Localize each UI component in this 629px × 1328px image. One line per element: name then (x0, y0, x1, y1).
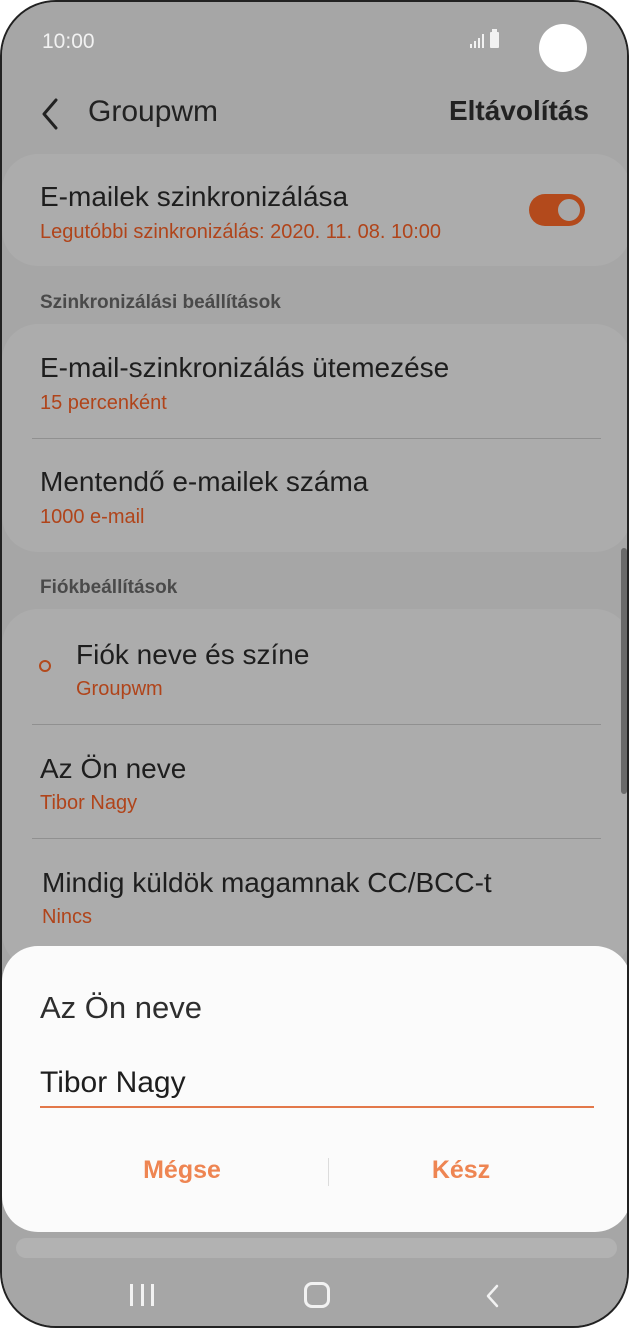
remove-account-button[interactable]: Eltávolítás (449, 95, 589, 127)
sync-settings-card: E-mail-szinkronizálás ütemezése 15 perce… (2, 324, 627, 552)
divider (32, 838, 601, 839)
screen: 10:00 Groupwm Eltávolítás E-mailek szink… (2, 2, 627, 1326)
chevron-left-icon[interactable] (38, 94, 66, 134)
page-title: Groupwm (88, 95, 219, 128)
sync-toggle[interactable] (529, 194, 585, 226)
navigation-bar (2, 1262, 627, 1326)
recent-apps-icon[interactable] (130, 1284, 154, 1306)
your-name-title: Az Ön neve (40, 753, 187, 784)
status-icons (470, 29, 499, 48)
name-dialog: Az Ön neve Mégse Kész (2, 946, 627, 1232)
phone-frame: 10:00 Groupwm Eltávolítás E-mailek szink… (0, 0, 629, 1328)
status-time: 10:00 (42, 30, 95, 53)
your-name-value: Tibor Nagy (40, 792, 138, 814)
cc-bcc-value: Nincs (42, 906, 93, 928)
battery-icon (490, 29, 499, 48)
sync-schedule-value: 15 percenként (40, 392, 167, 414)
account-name-title: Fiók neve és színe (76, 639, 310, 670)
account-name-value: Groupwm (76, 678, 163, 700)
sync-last-time: Legutóbbi szinkronizálás: 2020. 11. 08. … (40, 221, 442, 243)
account-settings-card: Fiók neve és színe Groupwm Az Ön neve Ti… (2, 609, 627, 969)
divider (32, 438, 601, 439)
emails-to-keep-title: Mentendő e-mailek száma (40, 466, 369, 497)
divider (32, 724, 601, 725)
home-icon[interactable] (304, 1282, 330, 1308)
circle-icon (39, 660, 51, 672)
cc-bcc-title: Mindig küldök magamnak CC/BCC-t (42, 867, 492, 898)
cancel-button[interactable]: Mégse (52, 1156, 312, 1185)
nav-back-icon[interactable] (482, 1282, 504, 1310)
emails-to-keep-value: 1000 e-mail (40, 506, 145, 528)
button-separator (328, 1158, 329, 1186)
background-list-peek (16, 1238, 617, 1258)
done-button[interactable]: Kész (331, 1156, 591, 1185)
sync-title: E-mailek szinkronizálása (40, 181, 349, 212)
status-bar: 10:00 (2, 2, 627, 82)
sync-schedule-title: E-mail-szinkronizálás ütemezése (40, 352, 450, 383)
front-camera (539, 24, 587, 72)
sync-settings-label: Szinkronizálási beállítások (40, 292, 281, 313)
dialog-title: Az Ön neve (40, 990, 202, 1025)
name-input[interactable] (40, 1060, 594, 1108)
app-header: Groupwm Eltávolítás (2, 82, 627, 146)
account-settings-label: Fiókbeállítások (40, 577, 178, 598)
signal-icon (470, 32, 484, 48)
scrollbar[interactable] (621, 548, 627, 794)
